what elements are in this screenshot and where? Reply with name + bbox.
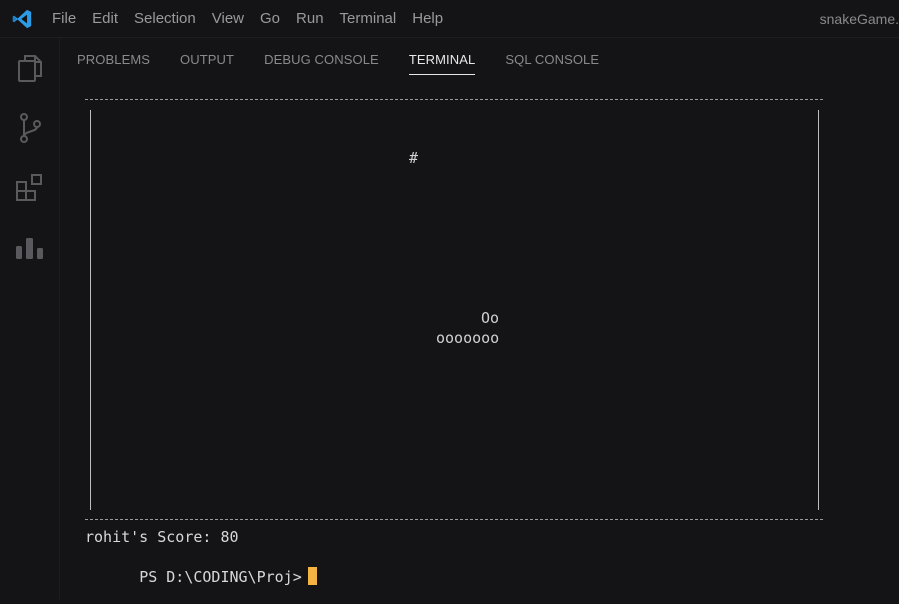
menu-help[interactable]: Help xyxy=(404,0,451,38)
menu-file[interactable]: File xyxy=(44,0,84,38)
activity-bar xyxy=(0,38,60,599)
shell-prompt[interactable]: PS D:\CODING\Proj> xyxy=(85,549,317,604)
menu-terminal[interactable]: Terminal xyxy=(332,0,405,38)
prompt-text: PS D:\CODING\Proj> xyxy=(139,568,302,586)
game-border-left xyxy=(90,110,91,510)
game-border-top xyxy=(85,99,823,100)
vscode-logo-icon xyxy=(0,0,44,38)
tab-output[interactable]: OUTPUT xyxy=(180,38,234,88)
tab-problems[interactable]: PROBLEMS xyxy=(77,38,150,88)
food-item: # xyxy=(409,149,419,167)
tab-debug-console[interactable]: DEBUG CONSOLE xyxy=(264,38,379,88)
window-title: snakeGame. xyxy=(819,11,899,27)
extensions-icon[interactable] xyxy=(0,158,60,218)
panel-tabs: PROBLEMS OUTPUT DEBUG CONSOLE TERMINAL S… xyxy=(77,38,629,88)
game-border-right xyxy=(818,110,819,510)
title-bar: File Edit Selection View Go Run Terminal… xyxy=(0,0,899,38)
menu-selection[interactable]: Selection xyxy=(126,0,204,38)
snake-body: ooooooo xyxy=(436,329,500,347)
source-control-icon[interactable] xyxy=(0,98,60,158)
score-text: rohit's Score: 80 xyxy=(85,528,239,546)
menu-view[interactable]: View xyxy=(204,0,252,38)
tab-sql-console[interactable]: SQL CONSOLE xyxy=(505,38,599,88)
menu-run[interactable]: Run xyxy=(288,0,332,38)
terminal-output[interactable]: # Oo ooooooo rohit's Score: 80 PS D:\COD… xyxy=(85,88,885,599)
game-border-bottom xyxy=(85,519,823,520)
tab-terminal[interactable]: TERMINAL xyxy=(408,38,476,88)
explorer-icon[interactable] xyxy=(0,38,60,98)
menu-edit[interactable]: Edit xyxy=(84,0,126,38)
terminal-panel: PROBLEMS OUTPUT DEBUG CONSOLE TERMINAL S… xyxy=(61,38,899,599)
text-cursor xyxy=(307,567,317,585)
snake-head: Oo xyxy=(481,309,500,327)
charts-icon[interactable] xyxy=(0,218,60,278)
menu-bar: File Edit Selection View Go Run Terminal… xyxy=(44,0,451,38)
menu-go[interactable]: Go xyxy=(252,0,288,38)
